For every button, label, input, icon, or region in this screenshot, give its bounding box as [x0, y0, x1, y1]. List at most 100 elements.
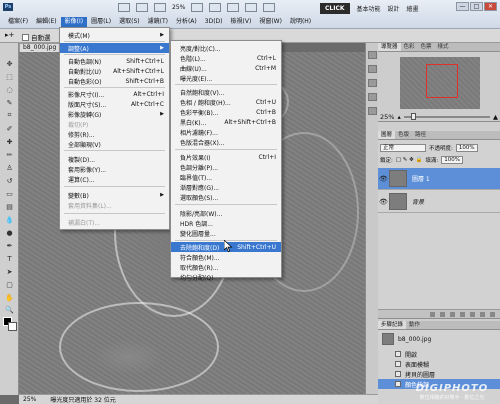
tab-actions[interactable]: 動作 — [406, 321, 423, 329]
menu-item-photo-filter[interactable]: 相片濾鏡(F)... — [171, 127, 281, 137]
menu-item-auto-color[interactable]: 自動色彩(O) Shift+Ctrl+B — [60, 76, 169, 86]
pen-tool-icon[interactable]: ✒ — [4, 241, 15, 250]
menu-image[interactable]: 影像(I) — [60, 17, 88, 27]
zoom-tool-icon[interactable] — [209, 3, 222, 12]
eyedropper-tool-icon[interactable]: ✐ — [4, 124, 15, 133]
menu-help[interactable]: 說明(H) — [286, 17, 315, 27]
move-tool-icon[interactable]: ✥ — [4, 59, 15, 68]
history-item[interactable]: 拷貝的圖層 — [378, 369, 500, 379]
eye-icon[interactable]: 👁 — [378, 175, 389, 183]
adjustment-layer-icon[interactable] — [460, 311, 465, 317]
menu-item-equalize[interactable]: 均勻分配(Q) — [171, 272, 281, 282]
menu-item-replace-color[interactable]: 取代顏色(R)... — [171, 262, 281, 272]
blur-tool-icon[interactable]: 💧 — [4, 215, 15, 224]
menu-filter[interactable]: 濾鏡(T) — [144, 17, 172, 27]
healing-brush-tool-icon[interactable]: ✚ — [4, 137, 15, 146]
menu-3d[interactable]: 3D(D) — [201, 17, 227, 27]
tab-history[interactable]: 步驟記錄 — [378, 321, 407, 329]
menu-item-shadows-highlights[interactable]: 陰影/亮部(W)... — [171, 208, 281, 218]
zoom-in-icon[interactable]: ▲ — [493, 113, 498, 121]
screen-mode-icon[interactable] — [263, 3, 276, 12]
layer-mask-icon[interactable] — [450, 311, 455, 317]
history-item[interactable]: 表面模糊 — [378, 359, 500, 369]
menu-view[interactable]: 檢視(V) — [227, 17, 256, 27]
fill-input[interactable]: 100% — [441, 156, 463, 164]
menu-item-variations[interactable]: 變化圖層量... — [171, 228, 281, 238]
clone-stamp-tool-icon[interactable]: ♙ — [4, 163, 15, 172]
menu-item-auto-tone[interactable]: 自動色調(N) Shift+Ctrl+L — [60, 56, 169, 66]
move-tool-icon[interactable]: ▸+ — [5, 31, 14, 39]
layer-row-background[interactable]: 👁 背景 — [378, 191, 500, 213]
menu-item-calculations[interactable]: 運算(C)... — [60, 174, 169, 184]
menu-item-levels[interactable]: 色階(L)... Ctrl+L — [171, 53, 281, 63]
menu-item-apply-image[interactable]: 套用影像(Y)... — [60, 164, 169, 174]
history-brush-tool-icon[interactable]: ↺ — [4, 176, 15, 185]
menu-item-crop[interactable]: 裁切(P) — [60, 119, 169, 129]
history-snapshot[interactable]: b8_000.jpg — [382, 333, 431, 345]
lasso-tool-icon[interactable]: ◌ — [4, 85, 15, 94]
zoom-slider-handle[interactable] — [410, 112, 416, 120]
menu-item-hue-saturation[interactable]: 色相 / 飽和度(H)... Ctrl+U — [171, 97, 281, 107]
lock-icons[interactable]: □ ✎ ✥ 🔒 — [396, 157, 423, 163]
new-layer-icon[interactable] — [480, 311, 485, 317]
menu-item-curves[interactable]: 曲線(U)... Ctrl+M — [171, 63, 281, 73]
close-button[interactable]: ✕ — [484, 2, 497, 11]
dodge-tool-icon[interactable]: ● — [4, 228, 15, 237]
quick-select-tool-icon[interactable]: ✎ — [4, 98, 15, 107]
navigator-zoom-slider[interactable] — [403, 112, 490, 120]
menu-item-black-white[interactable]: 黑白(K)... Alt+Shift+Ctrl+B — [171, 117, 281, 127]
trash-icon[interactable] — [490, 311, 495, 317]
menu-analysis[interactable]: 分析(A) — [172, 17, 201, 27]
zoom-tool-icon[interactable]: 🔍 — [4, 305, 15, 314]
menu-item-image-rotation[interactable]: 影像旋轉(G) ▶ — [60, 109, 169, 119]
clone-source-icon[interactable] — [368, 93, 377, 101]
menu-item-reveal-all[interactable]: 全部顯現(V) — [60, 139, 169, 149]
tab-paths[interactable]: 路徑 — [412, 131, 429, 139]
rotate-view-icon[interactable] — [227, 3, 240, 12]
menu-layer[interactable]: 圖層(L) — [87, 17, 115, 27]
menu-item-hdr-toning[interactable]: HDR 色調... — [171, 218, 281, 228]
navigator-zoom-value[interactable]: 25% — [380, 113, 394, 121]
mini-bridge-icon[interactable] — [136, 3, 148, 12]
menu-item-adjustments[interactable]: 調整(A) ▶ — [60, 43, 169, 53]
maximize-button[interactable]: □ — [470, 2, 483, 11]
menu-item-image-size[interactable]: 影像尺寸(I)... Alt+Ctrl+I — [60, 89, 169, 99]
path-select-tool-icon[interactable]: ➤ — [4, 267, 15, 276]
menu-item-apply-data-set[interactable]: 套用資料集(L)... — [60, 200, 169, 210]
opacity-input[interactable]: 100% — [455, 144, 478, 152]
auto-select-option[interactable]: 自動選 — [22, 32, 51, 42]
eye-icon[interactable]: 👁 — [378, 198, 389, 206]
layer-style-icon[interactable] — [440, 311, 445, 317]
menu-item-posterize[interactable]: 色調分離(P)... — [171, 162, 281, 172]
brush-panel-icon[interactable] — [368, 79, 377, 87]
menu-item-mode[interactable]: 模式(M) ▶ — [60, 30, 169, 40]
auto-select-checkbox[interactable] — [22, 33, 29, 41]
menu-item-trap[interactable]: 補漏白(T)... — [60, 217, 169, 227]
tab-swatches[interactable]: 色票 — [418, 43, 435, 51]
menu-file[interactable]: 檔案(F) — [4, 17, 32, 27]
click-button[interactable]: CLICK — [320, 3, 350, 14]
view-extras-icon[interactable] — [154, 3, 166, 12]
shape-tool-icon[interactable]: ▢ — [4, 280, 15, 289]
menu-item-gradient-map[interactable]: 漸層對應(G)... — [171, 182, 281, 192]
menu-item-match-color[interactable]: 符合顏色(M)... — [171, 252, 281, 262]
menu-item-threshold[interactable]: 臨界值(T)... — [171, 172, 281, 182]
menu-item-variables[interactable]: 變數(B) ▶ — [60, 190, 169, 200]
tab-navigator[interactable]: 導覽器 — [378, 43, 401, 51]
hand-tool-icon[interactable] — [191, 3, 204, 12]
menu-item-duplicate[interactable]: 複製(D)... — [60, 154, 169, 164]
hand-tool-icon[interactable]: ✋ — [4, 293, 15, 302]
menu-item-vibrance[interactable]: 自然飽和度(V)... — [171, 87, 281, 97]
zoom-level[interactable]: 25% — [172, 3, 185, 12]
navigator-view-box[interactable] — [426, 64, 458, 98]
marquee-tool-icon[interactable]: ⬚ — [4, 72, 15, 81]
menu-edit[interactable]: 編輯(E) — [32, 17, 60, 27]
info-icon[interactable] — [368, 65, 377, 73]
background-color-swatch[interactable] — [8, 322, 17, 331]
menu-item-brightness-contrast[interactable]: 亮度/對比(C)... — [171, 43, 281, 53]
menu-item-channel-mixer[interactable]: 色版混合器(X)... — [171, 137, 281, 147]
eraser-tool-icon[interactable]: ▭ — [4, 189, 15, 198]
tab-color[interactable]: 色彩 — [401, 43, 418, 51]
workspace-painting[interactable]: 繪畫 — [407, 4, 419, 13]
workspace-design[interactable]: 設計 — [388, 4, 400, 13]
